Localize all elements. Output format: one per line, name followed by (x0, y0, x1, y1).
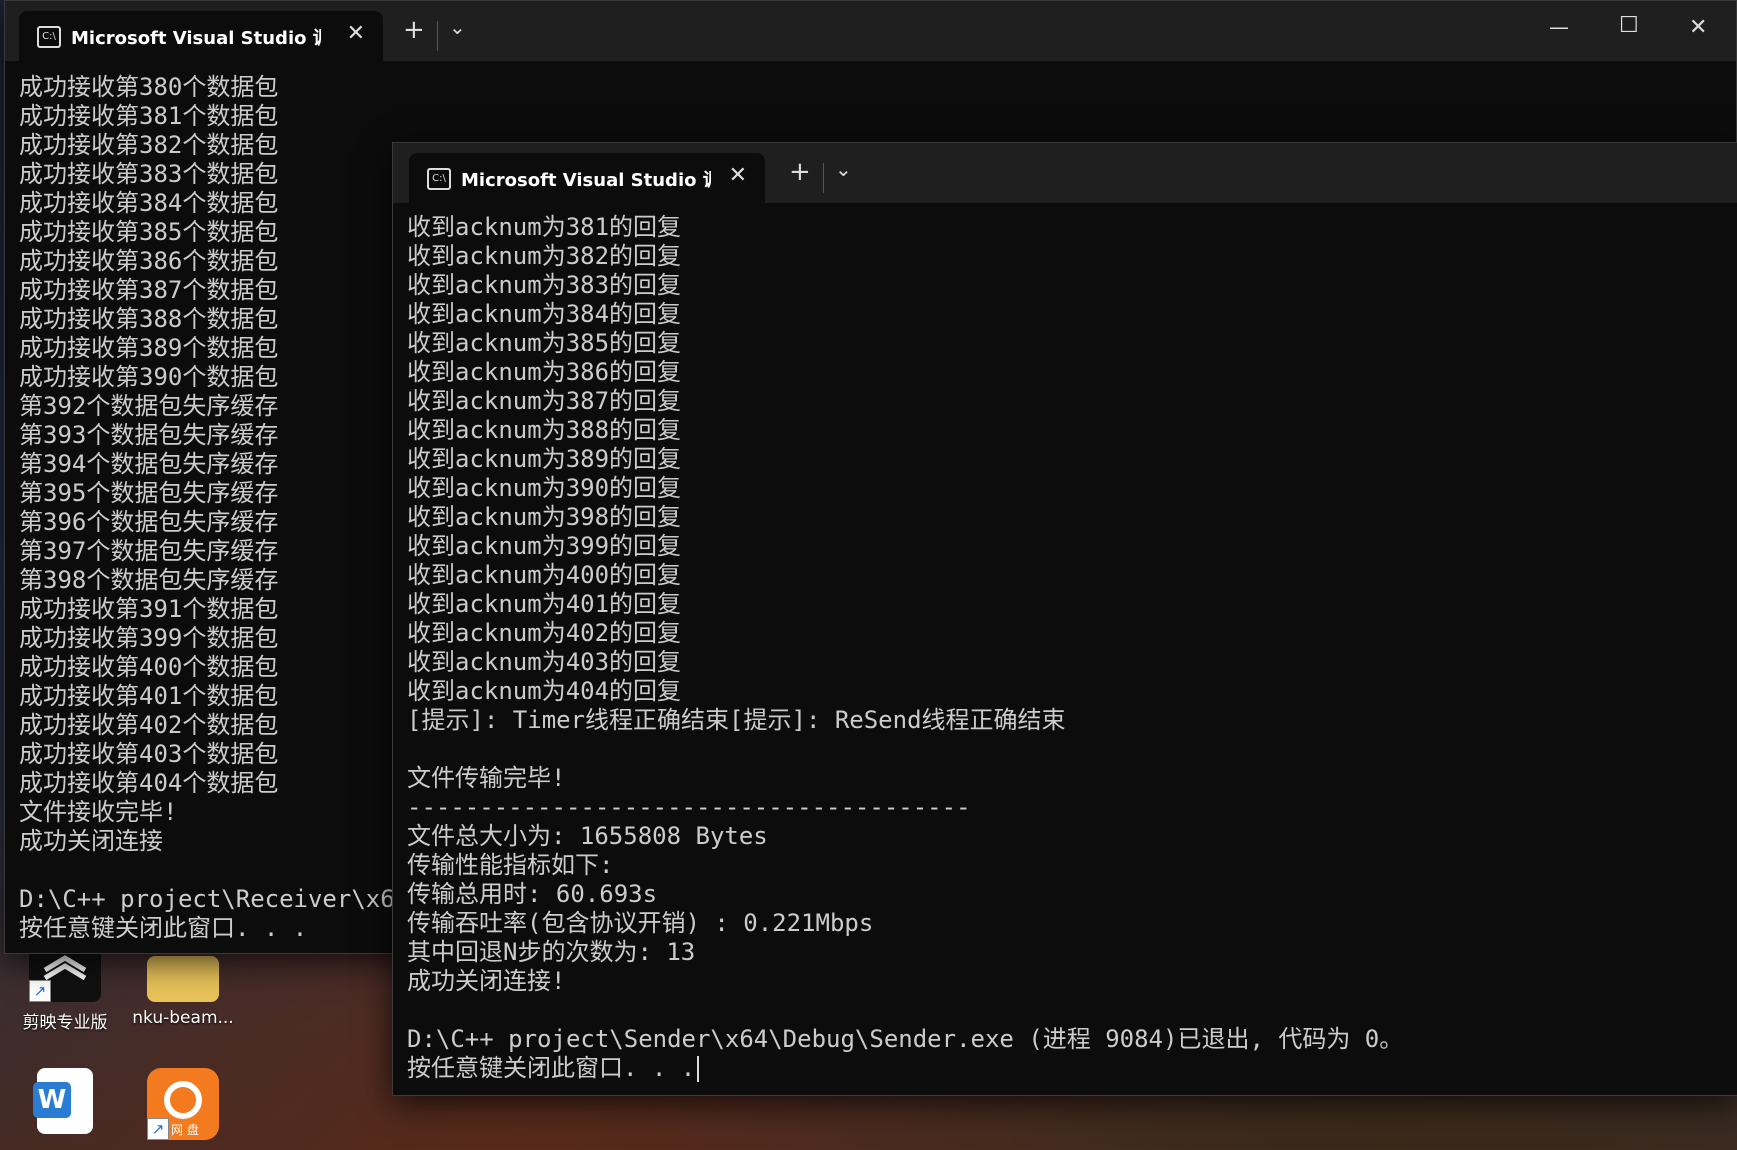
divider (823, 163, 824, 193)
close-tab-icon[interactable]: ✕ (729, 163, 747, 188)
console-icon: C:\ (427, 168, 451, 190)
console-line: 成功接收第400个数据包 (19, 653, 279, 681)
title-bar[interactable]: C:\ Microsoft Visual Studio 调试控制台 ✕ + ⌄ … (5, 1, 1736, 61)
console-line: 成功接收第403个数据包 (19, 740, 279, 768)
console-line: 成功接收第388个数据包 (19, 305, 279, 333)
tab-sender-console[interactable]: C:\ Microsoft Visual Studio 调试控制台 ✕ (409, 153, 765, 203)
console-line: D:\C++ project\Sender\x64\Debug\Sender.e… (407, 1025, 1404, 1053)
console-line: 收到acknum为384的回复 (407, 300, 682, 328)
console-line: 成功接收第402个数据包 (19, 711, 279, 739)
console-line: 收到acknum为383的回复 (407, 271, 682, 299)
console-line: 成功接收第383个数据包 (19, 160, 279, 188)
console-line: 收到acknum为402的回复 (407, 619, 682, 647)
console-line: D:\C++ project\Receiver\x64 (19, 885, 399, 913)
console-line: [提示]: Timer线程正确结束[提示]: ReSend线程正确结束 (407, 706, 1066, 734)
console-line: 收到acknum为389的回复 (407, 445, 682, 473)
console-line: 传输总用时: 60.693s (407, 880, 658, 908)
console-line: 成功接收第385个数据包 (19, 218, 279, 246)
console-line: 成功接收第404个数据包 (19, 769, 279, 797)
minimize-button[interactable]: — (1549, 15, 1569, 39)
console-line: 第398个数据包失序缓存 (19, 566, 279, 594)
tab-dropdown-button[interactable]: ⌄ (449, 15, 466, 39)
shortcut-arrow-icon: ↗ (29, 980, 51, 1002)
console-line: 收到acknum为382的回复 (407, 242, 682, 270)
console-line: 按任意键关闭此窗口. . . (19, 914, 308, 942)
console-line: 收到acknum为385的回复 (407, 329, 682, 357)
console-line: 第396个数据包失序缓存 (19, 508, 279, 536)
console-line: 第394个数据包失序缓存 (19, 450, 279, 478)
maximize-button[interactable]: ☐ (1619, 13, 1639, 38)
console-line: 成功接收第386个数据包 (19, 247, 279, 275)
tab-receiver-console[interactable]: C:\ Microsoft Visual Studio 调试控制台 ✕ (19, 11, 383, 61)
sender-console-output[interactable]: 收到acknum为381的回复 收到acknum为382的回复 收到acknum为3… (407, 213, 1727, 1089)
console-line: 文件总大小为: 1655808 Bytes (407, 822, 768, 850)
console-line: 收到acknum为387的回复 (407, 387, 682, 415)
netdisk-badge: 网 盘 (171, 1123, 199, 1137)
tab-title: Microsoft Visual Studio 调试控制台 (461, 170, 711, 191)
shortcut-arrow-icon: ↗ (147, 1118, 169, 1140)
console-line: 成功接收第399个数据包 (19, 624, 279, 652)
word-icon: W (33, 1068, 93, 1134)
console-line: 收到acknum为404的回复 (407, 677, 682, 705)
console-line: 其中回退N步的次数为: 13 (407, 938, 696, 966)
console-line: 成功接收第391个数据包 (19, 595, 279, 623)
console-line: 收到acknum为403的回复 (407, 648, 682, 676)
console-line: 收到acknum为388的回复 (407, 416, 682, 444)
console-line: 成功接收第387个数据包 (19, 276, 279, 304)
new-tab-button[interactable]: + (789, 157, 811, 187)
console-line: 文件传输完毕! (407, 764, 566, 792)
console-line: 收到acknum为399的回复 (407, 532, 682, 560)
console-line: 收到acknum为400的回复 (407, 561, 682, 589)
console-line: 传输吞吐率(包含协议开销) : 0.221Mbps (407, 909, 874, 937)
console-line: 第397个数据包失序缓存 (19, 537, 279, 565)
console-prompt-line: 按任意键关闭此窗口. . . (407, 1054, 1727, 1083)
console-line: 成功接收第389个数据包 (19, 334, 279, 362)
console-line: 收到acknum为401的回复 (407, 590, 682, 618)
console-line: 第395个数据包失序缓存 (19, 479, 279, 507)
console-line: 成功接收第382个数据包 (19, 131, 279, 159)
console-line: 文件接收完毕! (19, 798, 178, 826)
console-line: 收到acknum为398的回复 (407, 503, 682, 531)
sender-terminal-window[interactable]: C:\ Microsoft Visual Studio 调试控制台 ✕ + ⌄ … (392, 142, 1737, 1096)
console-line: 成功接收第390个数据包 (19, 363, 279, 391)
console-line: 传输性能指标如下: (407, 851, 614, 879)
receiver-console-output[interactable]: 成功接收第380个数据包 成功接收第381个数据包 成功接收第382个数据包 成功接收… (19, 73, 399, 945)
console-line: 第393个数据包失序缓存 (19, 421, 279, 449)
console-line: 成功接收第384个数据包 (19, 189, 279, 217)
console-line: 成功接收第380个数据包 (19, 73, 279, 101)
netdisk-icon: ↗ 网 盘 (147, 1068, 219, 1140)
console-line: 收到acknum为386的回复 (407, 358, 682, 386)
tab-title: Microsoft Visual Studio 调试控制台 (71, 28, 321, 49)
console-line: 按任意键关闭此窗口. . . (407, 1054, 696, 1082)
console-line: 成功接收第381个数据包 (19, 102, 279, 130)
console-icon: C:\ (37, 26, 61, 48)
desktop-icon-netdisk[interactable]: ↗ 网 盘 (128, 1068, 238, 1140)
console-line: --------------------------------------- (407, 793, 971, 821)
console-line: 收到acknum为381的回复 (407, 213, 682, 241)
divider (437, 21, 438, 51)
desktop-icon-label: nku-beam... (132, 1008, 234, 1028)
console-line: 收到acknum为390的回复 (407, 474, 682, 502)
console-line: 成功接收第401个数据包 (19, 682, 279, 710)
tab-dropdown-button[interactable]: ⌄ (835, 157, 852, 181)
console-line: 第392个数据包失序缓存 (19, 392, 279, 420)
folder-icon (147, 956, 219, 1002)
close-tab-icon[interactable]: ✕ (347, 21, 365, 46)
close-window-button[interactable]: ✕ (1689, 15, 1707, 40)
new-tab-button[interactable]: + (403, 15, 425, 45)
desktop-icon-word[interactable]: W (10, 1068, 120, 1134)
console-line: 成功关闭连接! (407, 967, 566, 995)
title-bar[interactable]: C:\ Microsoft Visual Studio 调试控制台 ✕ + ⌄ (393, 143, 1737, 203)
console-line: 成功关闭连接 (19, 827, 163, 855)
desktop-icon-label: 剪映专业版 (22, 1013, 108, 1033)
text-cursor (697, 1056, 700, 1082)
